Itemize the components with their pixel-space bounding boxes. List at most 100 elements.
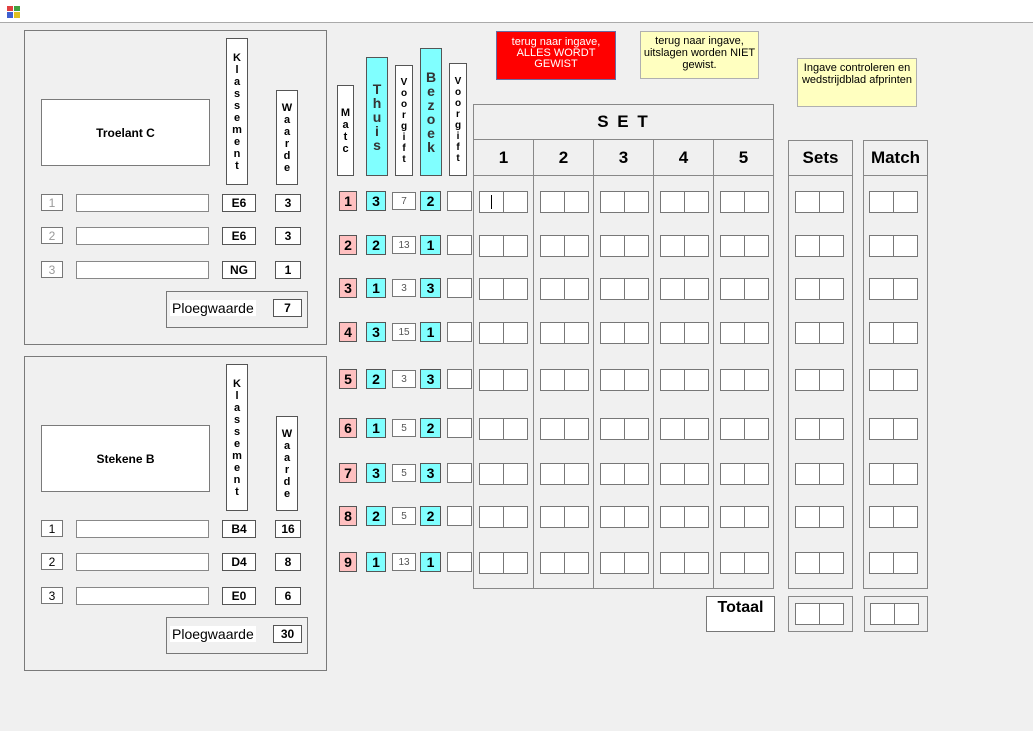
match-score-input-home[interactable]: [869, 418, 894, 440]
set-score-input-away[interactable]: [624, 552, 649, 574]
voorgift-bezoek-input[interactable]: [447, 506, 472, 526]
set-score-input-away[interactable]: [564, 506, 589, 528]
team2-player-name-input[interactable]: [76, 587, 209, 605]
set-score-input-away[interactable]: [503, 191, 528, 213]
set-score-input-home[interactable]: [660, 506, 685, 528]
voorgift-bezoek-input[interactable]: [447, 278, 472, 298]
set-score-input-home[interactable]: [660, 369, 685, 391]
set-score-input-away[interactable]: [564, 191, 589, 213]
team1-player-name-input[interactable]: [76, 261, 209, 279]
set-score-input-away[interactable]: [744, 235, 769, 257]
set-score-input-away[interactable]: [744, 322, 769, 344]
set-score-input-away[interactable]: [684, 506, 709, 528]
set-score-input-away[interactable]: [684, 278, 709, 300]
set-score-input-home[interactable]: [600, 191, 625, 213]
set-score-input-away[interactable]: [684, 552, 709, 574]
sets-score-input-home[interactable]: [795, 278, 820, 300]
match-total-away[interactable]: [894, 603, 919, 625]
voorgift-bezoek-input[interactable]: [447, 322, 472, 342]
set-score-input-home[interactable]: [540, 322, 565, 344]
set-score-input-home[interactable]: [720, 552, 745, 574]
set-score-input-away[interactable]: [564, 235, 589, 257]
set-score-input-home[interactable]: [479, 369, 504, 391]
set-score-input-home[interactable]: [600, 235, 625, 257]
set-score-input-home[interactable]: [660, 235, 685, 257]
match-score-input-home[interactable]: [869, 235, 894, 257]
set-score-input-home[interactable]: [720, 191, 745, 213]
set-score-input-away[interactable]: [503, 418, 528, 440]
match-score-input-away[interactable]: [893, 463, 918, 485]
set-score-input-home[interactable]: [720, 235, 745, 257]
set-score-input-away[interactable]: [503, 463, 528, 485]
set-score-input-home[interactable]: [720, 322, 745, 344]
sets-score-input-home[interactable]: [795, 463, 820, 485]
set-score-input-away[interactable]: [684, 191, 709, 213]
set-score-input-home[interactable]: [660, 278, 685, 300]
set-score-input-away[interactable]: [624, 418, 649, 440]
sets-score-input-away[interactable]: [819, 235, 844, 257]
set-score-input-home[interactable]: [479, 278, 504, 300]
set-score-input-home[interactable]: [600, 552, 625, 574]
match-score-input-away[interactable]: [893, 322, 918, 344]
set-score-input-away[interactable]: [744, 418, 769, 440]
set-score-input-away[interactable]: [624, 506, 649, 528]
sets-total-home[interactable]: [795, 603, 820, 625]
sets-score-input-away[interactable]: [819, 191, 844, 213]
sets-score-input-home[interactable]: [795, 552, 820, 574]
voorgift-bezoek-input[interactable]: [447, 552, 472, 572]
set-score-input-home[interactable]: [600, 322, 625, 344]
set-score-input-home[interactable]: [479, 506, 504, 528]
set-score-input-away[interactable]: [744, 369, 769, 391]
team2-player-name-input[interactable]: [76, 520, 209, 538]
team2-player-name-input[interactable]: [76, 553, 209, 571]
set-score-input-home[interactable]: [540, 506, 565, 528]
set-score-input-home[interactable]: [600, 506, 625, 528]
sets-score-input-away[interactable]: [819, 506, 844, 528]
set-score-input-away[interactable]: [564, 463, 589, 485]
set-score-input-away[interactable]: [744, 191, 769, 213]
set-score-input-away[interactable]: [744, 552, 769, 574]
match-score-input-home[interactable]: [869, 463, 894, 485]
set-score-input-away[interactable]: [503, 235, 528, 257]
match-score-input-away[interactable]: [893, 369, 918, 391]
team1-player-name-input[interactable]: [76, 227, 209, 245]
set-score-input-home[interactable]: [540, 369, 565, 391]
match-score-input-home[interactable]: [869, 278, 894, 300]
voorgift-bezoek-input[interactable]: [447, 463, 472, 483]
match-score-input-home[interactable]: [869, 191, 894, 213]
set-score-input-away[interactable]: [624, 369, 649, 391]
set-score-input-away[interactable]: [744, 463, 769, 485]
set-score-input-home[interactable]: [660, 191, 685, 213]
set-score-input-home[interactable]: [479, 235, 504, 257]
back-keep-results-button[interactable]: terug naar ingave, uitslagen worden NIET…: [640, 31, 759, 79]
reset-all-button[interactable]: terug naar ingave, ALLES WORDT GEWIST: [496, 31, 616, 80]
set-score-input-away[interactable]: [744, 278, 769, 300]
set-score-input-home[interactable]: [720, 506, 745, 528]
sets-score-input-away[interactable]: [819, 369, 844, 391]
set-score-input-away[interactable]: [564, 369, 589, 391]
sets-score-input-home[interactable]: [795, 369, 820, 391]
set-score-input-away[interactable]: [684, 235, 709, 257]
match-score-input-home[interactable]: [869, 552, 894, 574]
set-score-input-home[interactable]: [540, 418, 565, 440]
set-score-input-home[interactable]: [540, 552, 565, 574]
set-score-input-away[interactable]: [503, 369, 528, 391]
set-score-input-home[interactable]: [540, 235, 565, 257]
set-score-input-away[interactable]: [503, 552, 528, 574]
set-score-input-home[interactable]: [600, 278, 625, 300]
sets-score-input-home[interactable]: [795, 418, 820, 440]
match-score-input-away[interactable]: [893, 235, 918, 257]
set-score-input-home[interactable]: [660, 418, 685, 440]
set-score-input-away[interactable]: [503, 278, 528, 300]
voorgift-bezoek-input[interactable]: [447, 418, 472, 438]
set-score-input-home[interactable]: [720, 278, 745, 300]
match-score-input-away[interactable]: [893, 418, 918, 440]
set-score-input-away[interactable]: [684, 369, 709, 391]
set-score-input-away[interactable]: [564, 552, 589, 574]
set-score-input-home[interactable]: [720, 418, 745, 440]
set-score-input-home[interactable]: [479, 463, 504, 485]
match-score-input-away[interactable]: [893, 506, 918, 528]
check-print-button[interactable]: Ingave controleren en wedstrijdblad afpr…: [797, 58, 917, 107]
sets-score-input-away[interactable]: [819, 278, 844, 300]
voorgift-bezoek-input[interactable]: [447, 235, 472, 255]
